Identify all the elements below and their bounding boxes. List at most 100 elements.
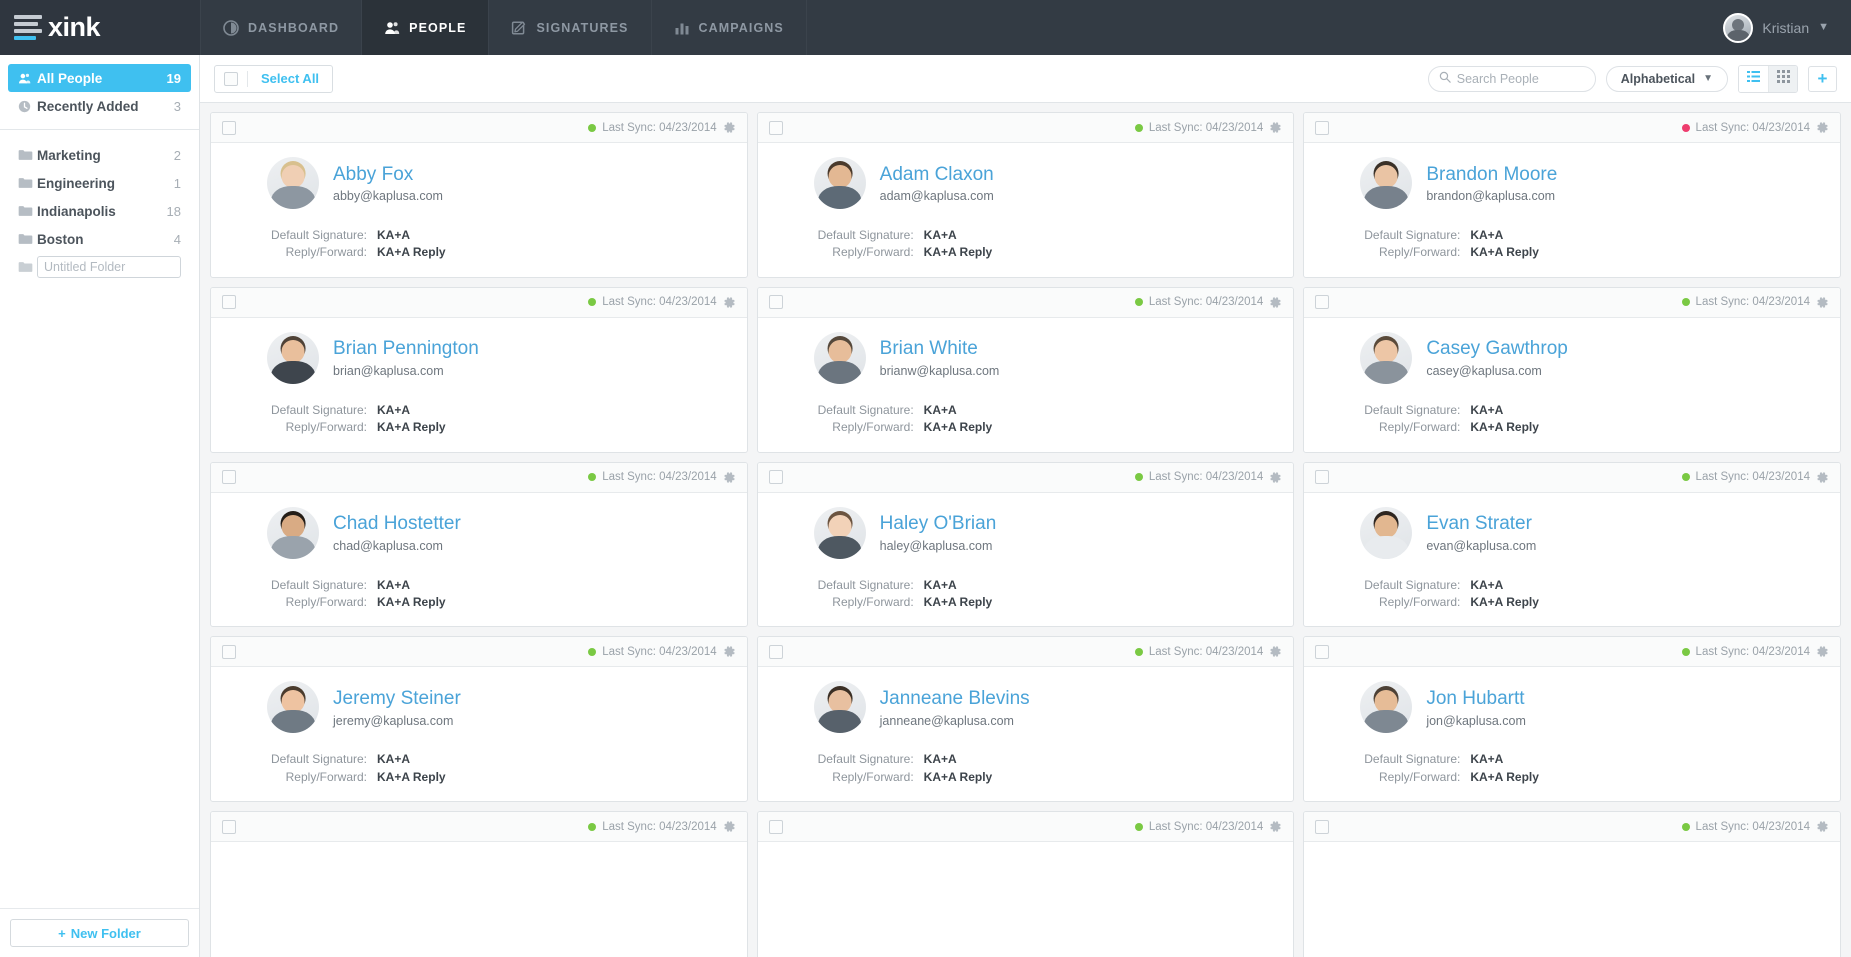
- gear-icon[interactable]: [1269, 820, 1282, 833]
- select-all-checkbox[interactable]: [224, 71, 238, 86]
- gear-icon[interactable]: [1816, 471, 1829, 484]
- new-folder-name-input[interactable]: [37, 256, 181, 278]
- person-name-link[interactable]: Janneane Blevins: [880, 687, 1030, 711]
- gear-icon[interactable]: [723, 121, 736, 134]
- sidebar-folder-indianapolis[interactable]: Indianapolis 18: [8, 197, 191, 225]
- card-select-checkbox[interactable]: [768, 819, 783, 834]
- gear-icon[interactable]: [723, 296, 736, 309]
- person-name-link[interactable]: Jeremy Steiner: [333, 687, 461, 711]
- person-card[interactable]: Last Sync: 04/23/2014 Chad Hostetter chad@…: [210, 461, 748, 628]
- last-sync-label: Last Sync: 04/23/2014: [1148, 645, 1264, 658]
- person-name-link[interactable]: Brian Pennington: [333, 337, 479, 361]
- search-input[interactable]: [1456, 71, 1585, 86]
- person-name-link[interactable]: Casey Gawthrop: [1426, 337, 1568, 361]
- gear-icon[interactable]: [723, 645, 736, 658]
- person-identity: Jeremy Steiner jeremy@kaplusa.com: [227, 681, 731, 734]
- card-select-checkbox[interactable]: [1315, 644, 1330, 659]
- person-card[interactable]: Last Sync: 04/23/2014 Abby Fox abby@kaplus…: [210, 112, 748, 278]
- person-name-link[interactable]: Brian White: [880, 337, 1000, 361]
- card-select-checkbox[interactable]: [768, 120, 783, 135]
- nav-label-signatures: SIGNATURES: [536, 20, 629, 35]
- person-email: abby@kaplusa.com: [333, 189, 443, 204]
- select-all-button[interactable]: Select All: [214, 64, 334, 93]
- sidebar-folder-engineering[interactable]: Engineering 1: [8, 169, 191, 197]
- gear-icon[interactable]: [723, 471, 736, 484]
- sidebar-folder-marketing[interactable]: Marketing 2: [8, 141, 191, 169]
- sort-dropdown[interactable]: Alphabetical ▼: [1605, 65, 1728, 92]
- person-card[interactable]: Last Sync: 04/23/2014: [1303, 811, 1841, 957]
- sidebar-item-recently-added[interactable]: Recently Added 3: [8, 92, 191, 120]
- person-card[interactable]: Last Sync: 04/23/2014 Jon Hubartt jon@kapl…: [1303, 636, 1841, 803]
- sidebar-folder-label: Marketing: [37, 147, 101, 163]
- person-identity: Casey Gawthrop casey@kaplusa.com: [1320, 331, 1824, 384]
- person-name-link[interactable]: Adam Claxon: [880, 163, 994, 187]
- card-select-checkbox[interactable]: [222, 644, 236, 659]
- sidebar-new-folder-row[interactable]: [8, 253, 191, 281]
- gear-icon[interactable]: [1269, 296, 1282, 309]
- gear-icon[interactable]: [1816, 296, 1829, 309]
- gear-icon[interactable]: [1816, 121, 1829, 134]
- default-signature-row: Default Signature: KA+A: [1320, 227, 1824, 244]
- last-sync-label: Last Sync: 04/23/2014: [602, 296, 717, 309]
- gear-icon[interactable]: [723, 820, 736, 833]
- card-select-checkbox[interactable]: [1315, 295, 1330, 310]
- nav-label-people: PEOPLE: [409, 20, 467, 35]
- gear-icon[interactable]: [1816, 645, 1829, 658]
- person-card[interactable]: Last Sync: 04/23/2014 Haley O'Brian haley@…: [756, 461, 1295, 628]
- person-name-link[interactable]: Brandon Moore: [1426, 163, 1557, 187]
- card-select-checkbox[interactable]: [222, 819, 236, 834]
- add-person-button[interactable]: +: [1808, 65, 1837, 92]
- nav-item-campaigns[interactable]: CAMPAIGNS: [652, 0, 807, 55]
- person-card[interactable]: Last Sync: 04/23/2014 Brian White brianw@k…: [756, 286, 1295, 453]
- people-icon: [18, 72, 35, 85]
- person-name-link[interactable]: Abby Fox: [333, 163, 443, 187]
- list-view-button[interactable]: [1739, 65, 1768, 92]
- person-name-link[interactable]: Jon Hubartt: [1426, 687, 1526, 711]
- gear-icon[interactable]: [1269, 121, 1282, 134]
- nav-item-signatures[interactable]: SIGNATURES: [489, 0, 652, 55]
- nav-item-dashboard[interactable]: DASHBOARD: [200, 0, 363, 55]
- default-signature-row: Default Signature: KA+A: [227, 402, 731, 419]
- main-content: Select All Alphabetical ▼: [200, 55, 1851, 957]
- app-logo[interactable]: xink: [0, 0, 200, 55]
- card-select-checkbox[interactable]: [222, 470, 236, 485]
- card-select-checkbox[interactable]: [222, 120, 236, 135]
- card-select-checkbox[interactable]: [1315, 819, 1330, 834]
- card-select-checkbox[interactable]: [768, 644, 783, 659]
- avatar: [813, 506, 866, 559]
- person-card[interactable]: Last Sync: 04/23/2014 Adam Claxon adam@kap…: [756, 112, 1295, 278]
- reply-forward-row: Reply/Forward: KA+A Reply: [774, 594, 1278, 611]
- gear-icon[interactable]: [1269, 645, 1282, 658]
- grid-view-button[interactable]: [1768, 65, 1797, 92]
- gear-icon[interactable]: [1269, 471, 1282, 484]
- person-card[interactable]: Last Sync: 04/23/2014 Brian Pennington bri…: [210, 286, 748, 453]
- reply-forward-label: Reply/Forward:: [1378, 594, 1461, 609]
- sidebar-folder-boston[interactable]: Boston 4: [8, 225, 191, 253]
- card-select-checkbox[interactable]: [222, 295, 236, 310]
- person-name-link[interactable]: Haley O'Brian: [880, 512, 997, 536]
- person-card[interactable]: Last Sync: 04/23/2014 Evan Strater evan@ka…: [1303, 461, 1841, 628]
- new-folder-button[interactable]: + New Folder: [10, 919, 189, 947]
- person-name-link[interactable]: Chad Hostetter: [333, 512, 461, 536]
- person-name-link[interactable]: Evan Strater: [1426, 512, 1536, 536]
- avatar: [813, 331, 866, 384]
- reply-forward-value: KA+A Reply: [1470, 420, 1539, 435]
- card-select-checkbox[interactable]: [1315, 120, 1330, 135]
- person-card[interactable]: Last Sync: 04/23/2014 Brandon Moore brando…: [1303, 112, 1841, 278]
- person-card[interactable]: Last Sync: 04/23/2014: [756, 811, 1295, 957]
- sidebar-item-all-people[interactable]: All People 19: [8, 64, 191, 92]
- search-box[interactable]: [1427, 65, 1596, 92]
- nav-item-people[interactable]: PEOPLE: [362, 0, 490, 55]
- card-select-checkbox[interactable]: [768, 295, 783, 310]
- user-menu[interactable]: Kristian ▼: [1709, 0, 1851, 55]
- card-select-checkbox[interactable]: [768, 470, 783, 485]
- person-email: brandon@kaplusa.com: [1426, 189, 1556, 204]
- signature-info: Default Signature: KA+A Reply/Forward: KA+A…: [774, 227, 1278, 262]
- person-card[interactable]: Last Sync: 04/23/2014: [210, 811, 748, 957]
- card-select-checkbox[interactable]: [1315, 470, 1330, 485]
- gear-icon[interactable]: [1816, 820, 1829, 833]
- person-card[interactable]: Last Sync: 04/23/2014 Casey Gawthrop casey…: [1303, 286, 1841, 453]
- person-card[interactable]: Last Sync: 04/23/2014 Janneane Blevins jan…: [756, 636, 1295, 803]
- person-card[interactable]: Last Sync: 04/23/2014 Jeremy Steiner jerem…: [210, 636, 748, 803]
- status-dot: [1681, 822, 1690, 831]
